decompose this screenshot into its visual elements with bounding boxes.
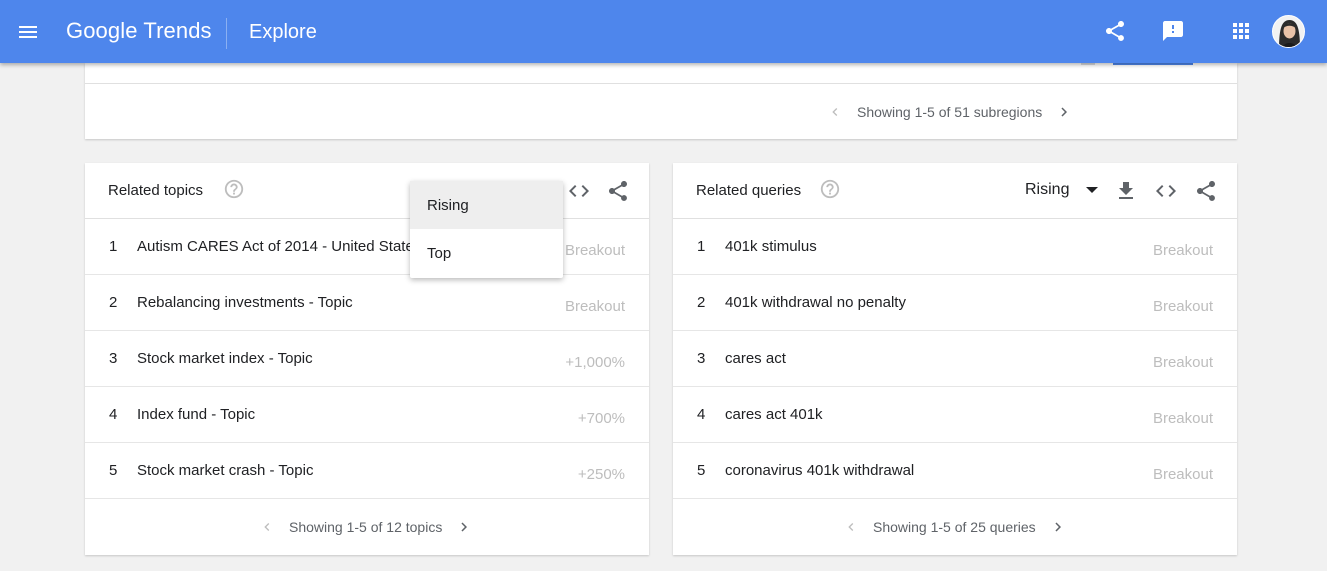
subregions-pager-text: Showing 1-5 of 51 subregions [857,104,1043,120]
row-label[interactable]: 401k withdrawal no penalty [725,294,906,311]
next-page-icon[interactable] [1052,100,1076,124]
row-rank: 3 [109,350,118,367]
row-value: Breakout [564,298,625,315]
download-icon[interactable] [1114,179,1138,203]
related-queries-title: Related queries [696,182,802,199]
previous-page-icon[interactable] [823,100,847,124]
row-value: Breakout [564,242,625,259]
rising-top-select[interactable]: Rising [1025,181,1099,199]
subregion-tab-indicator [1081,63,1095,65]
row-rank: 4 [697,406,706,423]
help-icon[interactable] [819,178,841,200]
table-row[interactable]: 1 Autism CARES Act of 2014 - United Stat… [85,219,649,275]
row-rank: 5 [109,462,118,479]
row-rank: 4 [109,406,118,423]
help-icon[interactable] [223,178,245,200]
avatar[interactable] [1272,15,1305,48]
row-rank: 5 [697,462,706,479]
subregion-active-tab [1113,63,1193,65]
previous-page-icon[interactable] [839,515,863,539]
row-label[interactable]: Index fund - Topic [137,406,255,423]
row-value: +250% [577,466,625,483]
related-queries-pager: Showing 1-5 of 25 queries [839,515,1070,539]
share-icon[interactable] [606,179,630,203]
related-topics-pager-text: Showing 1-5 of 12 topics [289,519,443,535]
row-label[interactable]: coronavirus 401k withdrawal [725,462,914,479]
related-queries-card: Related queries Rising 1 401k stimulus B… [673,163,1237,555]
row-rank: 2 [697,294,706,311]
row-label[interactable]: Autism CARES Act of 2014 - United States [137,238,421,255]
embed-code-icon[interactable] [567,179,591,203]
menu-item-rising[interactable]: Rising [410,181,563,229]
row-rank: 1 [109,238,118,255]
menu-item-top[interactable]: Top [410,229,563,277]
next-page-icon[interactable] [1046,515,1070,539]
subregions-card: Showing 1-5 of 51 subregions [85,63,1237,139]
avatar-image [1273,16,1304,47]
table-row[interactable]: 4 Index fund - Topic +700% [85,387,649,443]
google-trends-logo[interactable]: Google Trends [66,18,212,44]
subregions-pager: Showing 1-5 of 51 subregions [823,100,1076,124]
table-row[interactable]: 3 cares act Breakout [673,331,1237,387]
related-topics-header: Related topics [85,163,649,219]
related-topics-footer: Showing 1-5 of 12 topics [85,499,649,555]
row-label[interactable]: Stock market index - Topic [137,350,313,367]
row-rank: 2 [109,294,118,311]
row-label[interactable]: Stock market crash - Topic [137,462,313,479]
row-value: Breakout [1152,298,1213,315]
row-label[interactable]: cares act 401k [725,406,823,423]
previous-page-icon[interactable] [255,515,279,539]
next-page-icon[interactable] [452,515,476,539]
row-rank: 3 [697,350,706,367]
row-value: Breakout [1152,410,1213,427]
related-topics-title: Related topics [108,182,204,199]
share-icon[interactable] [1194,179,1218,203]
embed-code-icon[interactable] [1154,179,1178,203]
row-value: Breakout [1152,354,1213,371]
row-value: Breakout [1152,466,1213,483]
apps-icon[interactable] [1229,19,1253,43]
logo-trends: Trends [143,18,212,43]
share-icon[interactable] [1103,19,1127,43]
row-value: +1,000% [565,354,625,371]
table-row[interactable]: 2 Rebalancing investments - Topic Breako… [85,275,649,331]
logo-google: Google [66,18,138,43]
row-value: +700% [577,410,625,427]
related-topics-pager: Showing 1-5 of 12 topics [255,515,476,539]
related-queries-header: Related queries Rising [673,163,1237,219]
row-rank: 1 [697,238,706,255]
related-queries-footer: Showing 1-5 of 25 queries [673,499,1237,555]
related-queries-pager-text: Showing 1-5 of 25 queries [873,519,1036,535]
menu-icon[interactable] [16,20,40,44]
table-row[interactable]: 5 coronavirus 401k withdrawal Breakout [673,443,1237,499]
table-row[interactable]: 1 401k stimulus Breakout [673,219,1237,275]
select-value: Rising [1025,181,1070,198]
row-label[interactable]: cares act [725,350,786,367]
app-bar: Google Trends Explore [0,0,1327,63]
header-divider [226,18,227,49]
chevron-down-icon [1086,187,1099,193]
row-label[interactable]: Rebalancing investments - Topic [137,294,353,311]
row-value: Breakout [1152,242,1213,259]
related-topics-card: Related topics 1 Autism CARES Act of 201… [85,163,649,555]
card-divider [85,83,1237,84]
table-row[interactable]: 2 401k withdrawal no penalty Breakout [673,275,1237,331]
row-label[interactable]: 401k stimulus [725,238,817,255]
table-row[interactable]: 3 Stock market index - Topic +1,000% [85,331,649,387]
table-row[interactable]: 4 cares act 401k Breakout [673,387,1237,443]
page-title: Explore [249,21,317,43]
table-row[interactable]: 5 Stock market crash - Topic +250% [85,443,649,499]
rising-top-menu: Rising Top [410,181,563,278]
feedback-icon[interactable] [1161,19,1185,43]
